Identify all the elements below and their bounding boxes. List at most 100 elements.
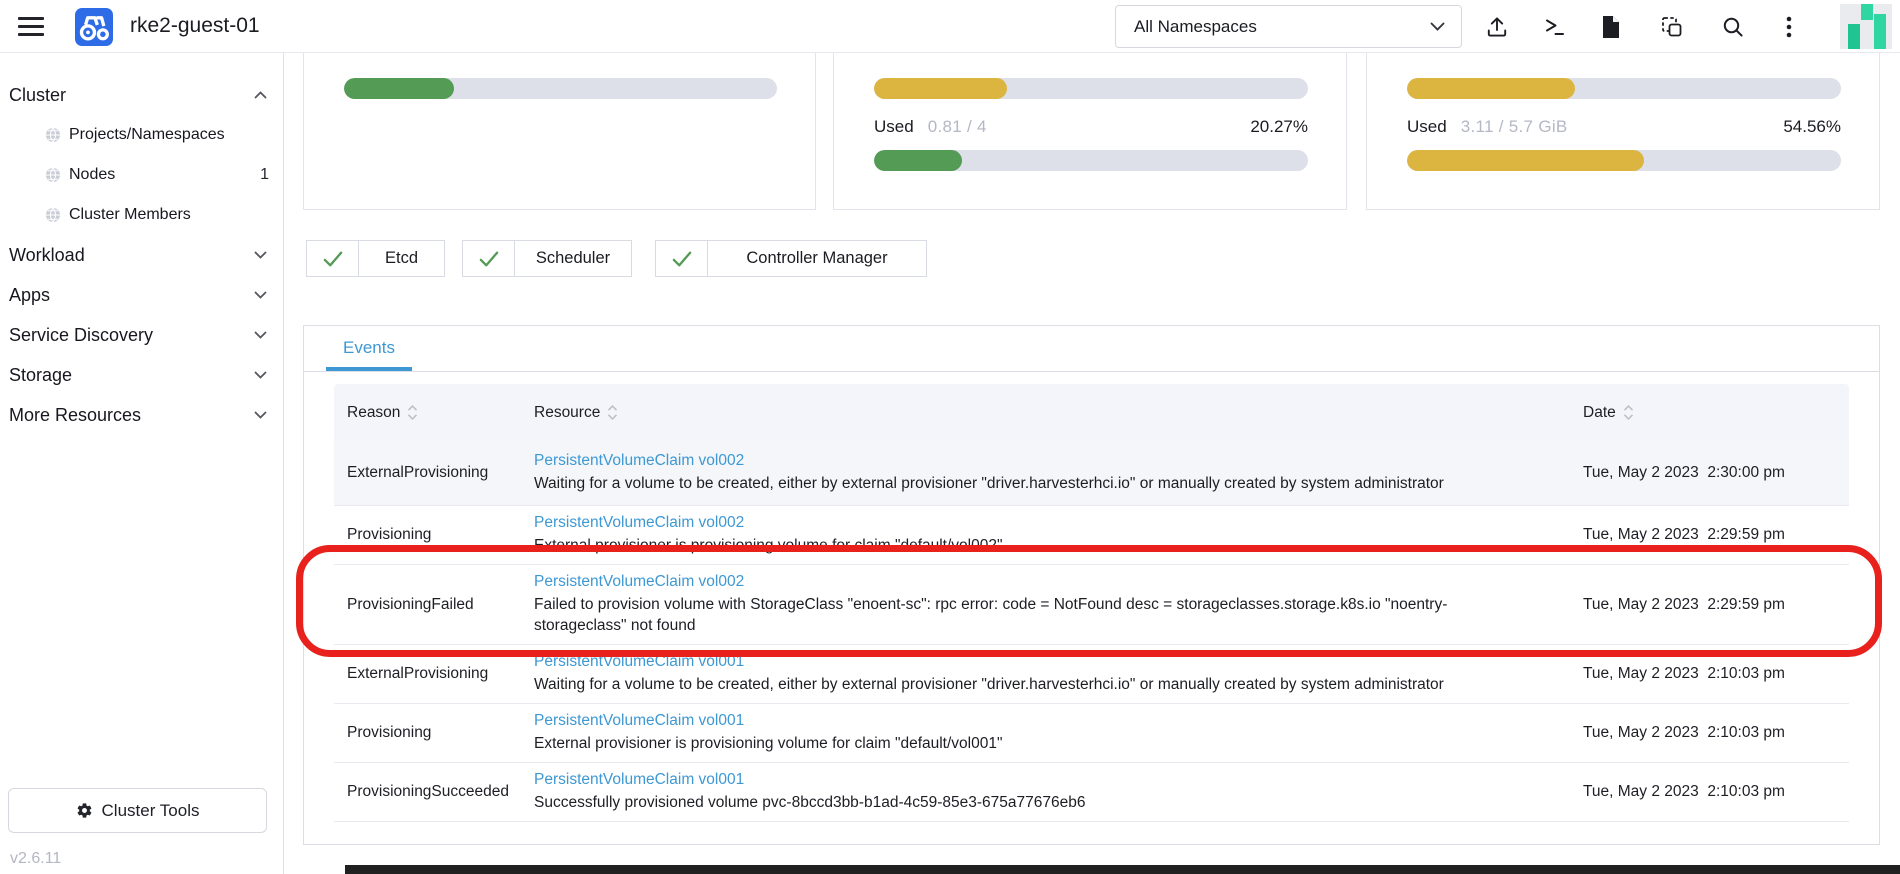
capacity-bar-track	[1407, 78, 1841, 99]
cluster-tools-label: Cluster Tools	[102, 801, 200, 821]
used-label: Used	[1407, 117, 1447, 137]
capacity-bar-fill	[1407, 78, 1575, 99]
cluster-provider-logo[interactable]	[75, 8, 113, 46]
chevron-down-icon	[254, 291, 267, 299]
sidebar-item-count: 1	[260, 166, 269, 184]
tabs-bar: Events	[304, 326, 1879, 372]
sidebar-group-storage[interactable]: Storage	[0, 355, 283, 395]
sidebar-item-projects-namespaces[interactable]: Projects/Namespaces	[0, 115, 283, 155]
resource-link[interactable]: PersistentVolumeClaim vol001	[534, 712, 1583, 730]
used-value: 0.81 / 4	[928, 117, 987, 137]
events-table-header: Reason Resource Date	[334, 384, 1849, 441]
kebab-menu-icon[interactable]	[1775, 13, 1803, 41]
sort-icon	[407, 404, 418, 421]
capacity-bar-track	[874, 78, 1308, 99]
event-date: Tue, May 2 2023 2:29:59 pm	[1583, 526, 1851, 544]
top-bar: rke2-guest-01 All Namespaces	[0, 0, 1900, 53]
chevron-down-icon	[254, 331, 267, 339]
event-date: Tue, May 2 2023 2:30:00 pm	[1583, 464, 1851, 482]
resource-link[interactable]: PersistentVolumeClaim vol001	[534, 771, 1583, 789]
chevron-down-icon	[254, 411, 267, 419]
capacity-bar-fill	[1407, 150, 1644, 171]
used-value: 3.11 / 5.7 GiB	[1461, 117, 1568, 137]
namespace-filter-value: All Namespaces	[1134, 17, 1257, 37]
chevron-down-icon	[254, 371, 267, 379]
status-badge-controller-manager: Controller Manager	[655, 240, 927, 277]
event-message: External provisioner is provisioning vol…	[534, 535, 1539, 556]
capacity-card-2: Used 0.81 / 4 20.27%	[833, 53, 1347, 210]
check-icon	[478, 250, 500, 268]
sidebar-item-cluster-members[interactable]: Cluster Members	[0, 195, 283, 235]
check-icon	[322, 250, 344, 268]
capacity-card-3: Used 3.11 / 5.7 GiB 54.56%	[1366, 53, 1880, 210]
cluster-tools-button[interactable]: Cluster Tools	[8, 788, 267, 833]
event-message: Waiting for a volume to be created, eith…	[534, 473, 1539, 494]
used-label: Used	[874, 117, 914, 137]
capacity-bar-track	[344, 78, 777, 99]
globe-icon	[44, 166, 62, 184]
table-row[interactable]: ProvisioningPersistentVolumeClaim vol001…	[334, 704, 1849, 763]
kubectl-shell-icon[interactable]	[1541, 13, 1569, 41]
sidebar-group-label: Apps	[9, 285, 50, 306]
capacity-bar-track	[1407, 150, 1841, 171]
used-percent: 20.27%	[1250, 117, 1308, 137]
used-percent: 54.56%	[1783, 117, 1841, 137]
namespace-filter-select[interactable]: All Namespaces	[1115, 5, 1462, 48]
event-message: External provisioner is provisioning vol…	[534, 733, 1539, 754]
tab-events[interactable]: Events	[326, 326, 412, 371]
resource-link[interactable]: PersistentVolumeClaim vol002	[534, 573, 1583, 591]
status-badge-etcd: Etcd	[306, 240, 445, 277]
events-table: Reason Resource Date	[334, 384, 1849, 822]
column-header-reason[interactable]: Reason	[347, 404, 534, 422]
sort-icon	[1623, 404, 1634, 421]
sidebar-group-apps[interactable]: Apps	[0, 275, 283, 315]
event-message: Waiting for a volume to be created, eith…	[534, 674, 1539, 695]
sidebar-group-label: Storage	[9, 365, 72, 386]
capacity-bar-fill	[874, 150, 962, 171]
check-icon	[671, 250, 693, 268]
column-header-resource[interactable]: Resource	[534, 404, 1583, 422]
event-date: Tue, May 2 2023 2:10:03 pm	[1583, 724, 1851, 742]
sidebar-item-nodes[interactable]: Nodes 1	[0, 155, 283, 195]
event-reason: Provisioning	[347, 526, 534, 544]
table-row[interactable]: ProvisioningSucceededPersistentVolumeCla…	[334, 763, 1849, 822]
main-content: Used 0.81 / 4 20.27% Used 3.11 / 5.7 GiB 54.5…	[284, 53, 1900, 874]
column-header-date[interactable]: Date	[1583, 404, 1851, 422]
status-badge-label: Controller Manager	[708, 241, 926, 276]
table-row[interactable]: ProvisioningFailedPersistentVolumeClaim …	[334, 565, 1849, 645]
upload-icon[interactable]	[1483, 13, 1511, 41]
chevron-down-icon	[254, 251, 267, 259]
resource-link[interactable]: PersistentVolumeClaim vol002	[534, 514, 1583, 532]
chevron-down-icon	[1430, 22, 1445, 31]
event-reason: Provisioning	[347, 724, 534, 742]
status-badge-label: Etcd	[359, 241, 444, 276]
event-date: Tue, May 2 2023 2:10:03 pm	[1583, 665, 1851, 683]
sidebar-group-workload[interactable]: Workload	[0, 235, 283, 275]
sidebar-group-cluster[interactable]: Cluster	[0, 75, 283, 115]
sidebar-item-label: Projects/Namespaces	[69, 126, 225, 144]
sidebar-group-label: Workload	[9, 245, 85, 266]
resource-link[interactable]: PersistentVolumeClaim vol002	[534, 452, 1583, 470]
file-icon[interactable]	[1597, 13, 1625, 41]
snapshot-icon[interactable]	[1658, 13, 1686, 41]
sidebar-group-more-resources[interactable]: More Resources	[0, 395, 283, 435]
user-avatar[interactable]	[1840, 4, 1892, 49]
sidebar-group-service-discovery[interactable]: Service Discovery	[0, 315, 283, 355]
capacity-bar-fill	[874, 78, 1007, 99]
capacity-bar-track	[874, 150, 1308, 171]
sidebar-item-label: Cluster Members	[69, 206, 191, 224]
search-icon[interactable]	[1719, 13, 1747, 41]
sidebar-nav: Cluster Projects/Namespaces Nodes 1 Cluster …	[0, 53, 284, 874]
table-row[interactable]: ExternalProvisioningPersistentVolumeClai…	[334, 441, 1849, 506]
table-row[interactable]: ExternalProvisioningPersistentVolumeClai…	[334, 645, 1849, 704]
event-message: Successfully provisioned volume pvc-8bcc…	[534, 792, 1539, 813]
sidebar-item-label: Nodes	[69, 166, 115, 184]
globe-icon	[44, 206, 62, 224]
capacity-card-1	[303, 53, 816, 210]
event-reason: ExternalProvisioning	[347, 665, 534, 683]
resource-link[interactable]: PersistentVolumeClaim vol001	[534, 653, 1583, 671]
hamburger-menu-icon[interactable]	[18, 17, 44, 36]
sidebar-group-label: More Resources	[9, 405, 141, 426]
page-title: rke2-guest-01	[130, 14, 260, 38]
table-row[interactable]: ProvisioningPersistentVolumeClaim vol002…	[334, 506, 1849, 565]
